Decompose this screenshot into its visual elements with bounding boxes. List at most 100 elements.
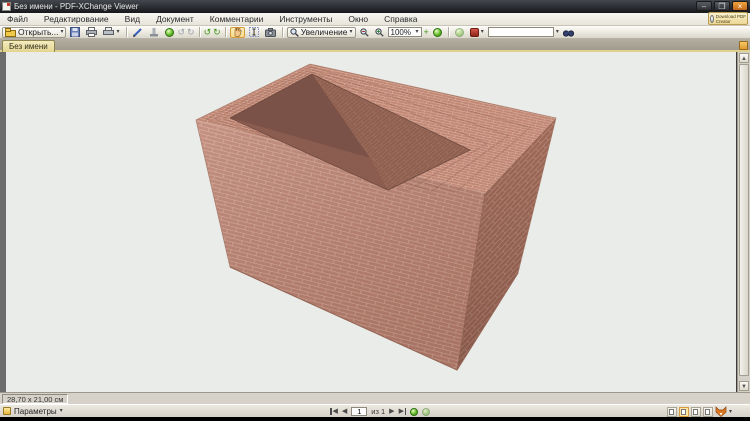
toolbar-separator bbox=[125, 27, 127, 37]
zoom-in-icon bbox=[374, 27, 384, 37]
vertical-scrollbar[interactable]: ▲ ▼ bbox=[737, 52, 750, 392]
scroll-up-arrow-icon[interactable]: ▲ bbox=[739, 53, 749, 63]
scroll-down-arrow-icon[interactable]: ▼ bbox=[739, 381, 749, 391]
search-input[interactable] bbox=[487, 27, 554, 37]
snapshot-button[interactable] bbox=[263, 27, 278, 38]
hand-icon bbox=[234, 27, 242, 37]
document-tab-bar: Без имени bbox=[0, 39, 750, 52]
open-button[interactable]: Открыть... ▾ bbox=[2, 26, 67, 38]
green-orb-icon bbox=[164, 27, 174, 37]
next-page-button[interactable]: ▶ bbox=[389, 406, 394, 417]
snapshot-camera-icon bbox=[264, 27, 276, 37]
pdf-xchange-viewer-window: Без имени - PDF-XChange Viewer – ❐ × Фай… bbox=[0, 0, 750, 421]
page-navigation: ◀ ◀ из 1 ▶ ▶ bbox=[330, 406, 431, 417]
window-controls: – ❐ × bbox=[696, 1, 748, 11]
go-button[interactable] bbox=[431, 27, 444, 38]
zoom-tool-caret-icon[interactable]: ▾ bbox=[350, 27, 353, 37]
zoom-level-combobox[interactable]: 100% ▾ bbox=[387, 27, 422, 37]
promo-line2: Creator bbox=[715, 18, 731, 24]
main-toolbar: Открыть... ▾ ▾ ↺ ↻ ↺ ↻ Увеличение ▾ 100%… bbox=[0, 26, 750, 39]
open-caret-icon[interactable]: ▾ bbox=[60, 27, 63, 37]
printer-icon bbox=[86, 27, 98, 37]
last-page-button[interactable]: ▶ bbox=[399, 406, 407, 417]
menu-comments[interactable]: Комментарии bbox=[209, 14, 265, 24]
binoculars-icon bbox=[562, 29, 574, 37]
comment-tool-button[interactable]: ▾ bbox=[468, 27, 486, 38]
page-count-label: из 1 bbox=[371, 407, 386, 416]
zoom-tool-label: Увеличение bbox=[300, 27, 348, 37]
pen-icon bbox=[132, 28, 142, 37]
options-dropdown[interactable]: Параметры ▾ bbox=[3, 406, 63, 416]
vertical-scrollbar-thumb[interactable] bbox=[739, 64, 749, 376]
document-canvas[interactable]: ▲ ▼ bbox=[0, 52, 750, 392]
facing-view-button[interactable] bbox=[690, 406, 701, 417]
menu-file[interactable]: Файл bbox=[6, 14, 29, 24]
nav-green-orb-icon[interactable] bbox=[410, 407, 419, 416]
comment-caret-icon[interactable]: ▾ bbox=[481, 27, 484, 37]
launch-button[interactable] bbox=[163, 27, 176, 38]
fox-caret-icon[interactable]: ▾ bbox=[729, 407, 732, 417]
nav-pale-orb-icon[interactable] bbox=[422, 407, 431, 416]
select-text-button[interactable] bbox=[247, 27, 261, 38]
title-bar: Без имени - PDF-XChange Viewer – ❐ × bbox=[0, 0, 750, 13]
menu-view[interactable]: Вид bbox=[124, 14, 141, 24]
open-button-label: Открыть... bbox=[18, 27, 59, 37]
printer-settings-icon bbox=[103, 27, 115, 35]
find-button[interactable] bbox=[561, 27, 576, 38]
bottom-black-strip bbox=[0, 417, 750, 421]
tab-scroll-button[interactable] bbox=[739, 41, 748, 50]
last-page-bar-icon bbox=[404, 408, 407, 415]
save-icon bbox=[70, 27, 81, 37]
tab-label: Без имени bbox=[9, 42, 48, 51]
print-options-button[interactable]: ▾ bbox=[101, 27, 121, 38]
zoom-out-icon bbox=[359, 27, 369, 37]
close-button[interactable]: × bbox=[732, 1, 748, 11]
stamp-tool-button[interactable] bbox=[147, 27, 161, 38]
toolbar-separator bbox=[281, 27, 283, 37]
menu-help[interactable]: Справка bbox=[383, 14, 418, 24]
pdf-page[interactable] bbox=[6, 52, 737, 392]
prev-page-button[interactable]: ◀ bbox=[342, 406, 347, 417]
refresh-button[interactable] bbox=[453, 27, 466, 38]
single-page-view-button[interactable] bbox=[666, 406, 677, 417]
save-button[interactable] bbox=[68, 27, 82, 38]
undo-button[interactable]: ↺ bbox=[178, 27, 186, 37]
continuous-facing-view-button[interactable] bbox=[702, 406, 713, 417]
page-number-input[interactable] bbox=[351, 407, 368, 416]
zoom-level-caret-icon[interactable]: ▾ bbox=[416, 27, 419, 37]
menu-edit[interactable]: Редактирование bbox=[43, 14, 110, 24]
tracker-fox-icon[interactable] bbox=[715, 406, 727, 417]
toolbar-separator bbox=[198, 27, 200, 37]
continuous-view-button[interactable] bbox=[678, 406, 689, 417]
horizontal-scrollbar[interactable]: 28,70 x 21,00 см bbox=[0, 392, 750, 404]
stamp-icon bbox=[149, 28, 158, 37]
rotate-cw-button[interactable]: ↻ bbox=[213, 27, 221, 37]
red-tool-icon bbox=[469, 27, 479, 37]
first-page-button[interactable]: ◀ bbox=[330, 406, 338, 417]
search-caret-icon[interactable]: ▾ bbox=[556, 27, 559, 37]
menu-document[interactable]: Документ bbox=[155, 14, 195, 24]
pen-tool-button[interactable] bbox=[131, 27, 145, 38]
minimize-button[interactable]: – bbox=[696, 1, 712, 11]
select-text-icon bbox=[248, 27, 259, 37]
status-bar: Параметры ▾ ◀ ◀ из 1 ▶ ▶ bbox=[0, 404, 750, 417]
menu-window[interactable]: Окно bbox=[347, 14, 369, 24]
zoom-tool-dropdown[interactable]: Увеличение ▾ bbox=[286, 26, 356, 38]
options-caret-icon[interactable]: ▾ bbox=[60, 406, 63, 416]
open-folder-icon bbox=[5, 27, 16, 37]
hand-tool-button[interactable] bbox=[229, 26, 245, 38]
last-page-arrow-icon: ▶ bbox=[398, 408, 404, 415]
rotate-ccw-button[interactable]: ↺ bbox=[204, 27, 212, 37]
print-button[interactable] bbox=[84, 27, 99, 38]
zoom-in-button[interactable] bbox=[373, 27, 386, 38]
zoom-plus-button[interactable]: + bbox=[424, 27, 429, 37]
tab-untitled[interactable]: Без имени bbox=[2, 40, 55, 52]
zoom-level-value: 100% bbox=[390, 27, 411, 37]
download-promo-button[interactable]: Download PDF Creator bbox=[708, 12, 748, 25]
print-caret-icon[interactable]: ▾ bbox=[116, 27, 119, 37]
menu-tools[interactable]: Инструменты bbox=[278, 14, 333, 24]
zoom-out-button[interactable] bbox=[358, 27, 371, 38]
maximize-button[interactable]: ❐ bbox=[714, 1, 730, 11]
redo-button[interactable]: ↻ bbox=[187, 27, 195, 37]
first-page-bar-icon bbox=[330, 408, 332, 415]
